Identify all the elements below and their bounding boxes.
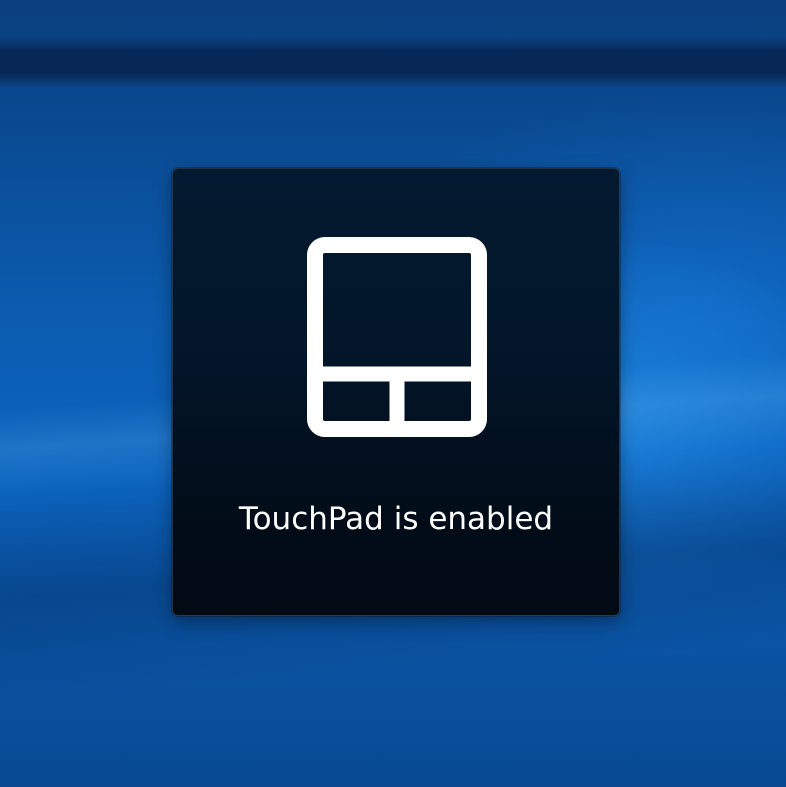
touchpad-icon <box>307 237 487 437</box>
touchpad-status-flyout: TouchPad is enabled <box>172 168 620 616</box>
touchpad-status-message: TouchPad is enabled <box>238 501 554 537</box>
wallpaper-band-top <box>0 36 786 88</box>
